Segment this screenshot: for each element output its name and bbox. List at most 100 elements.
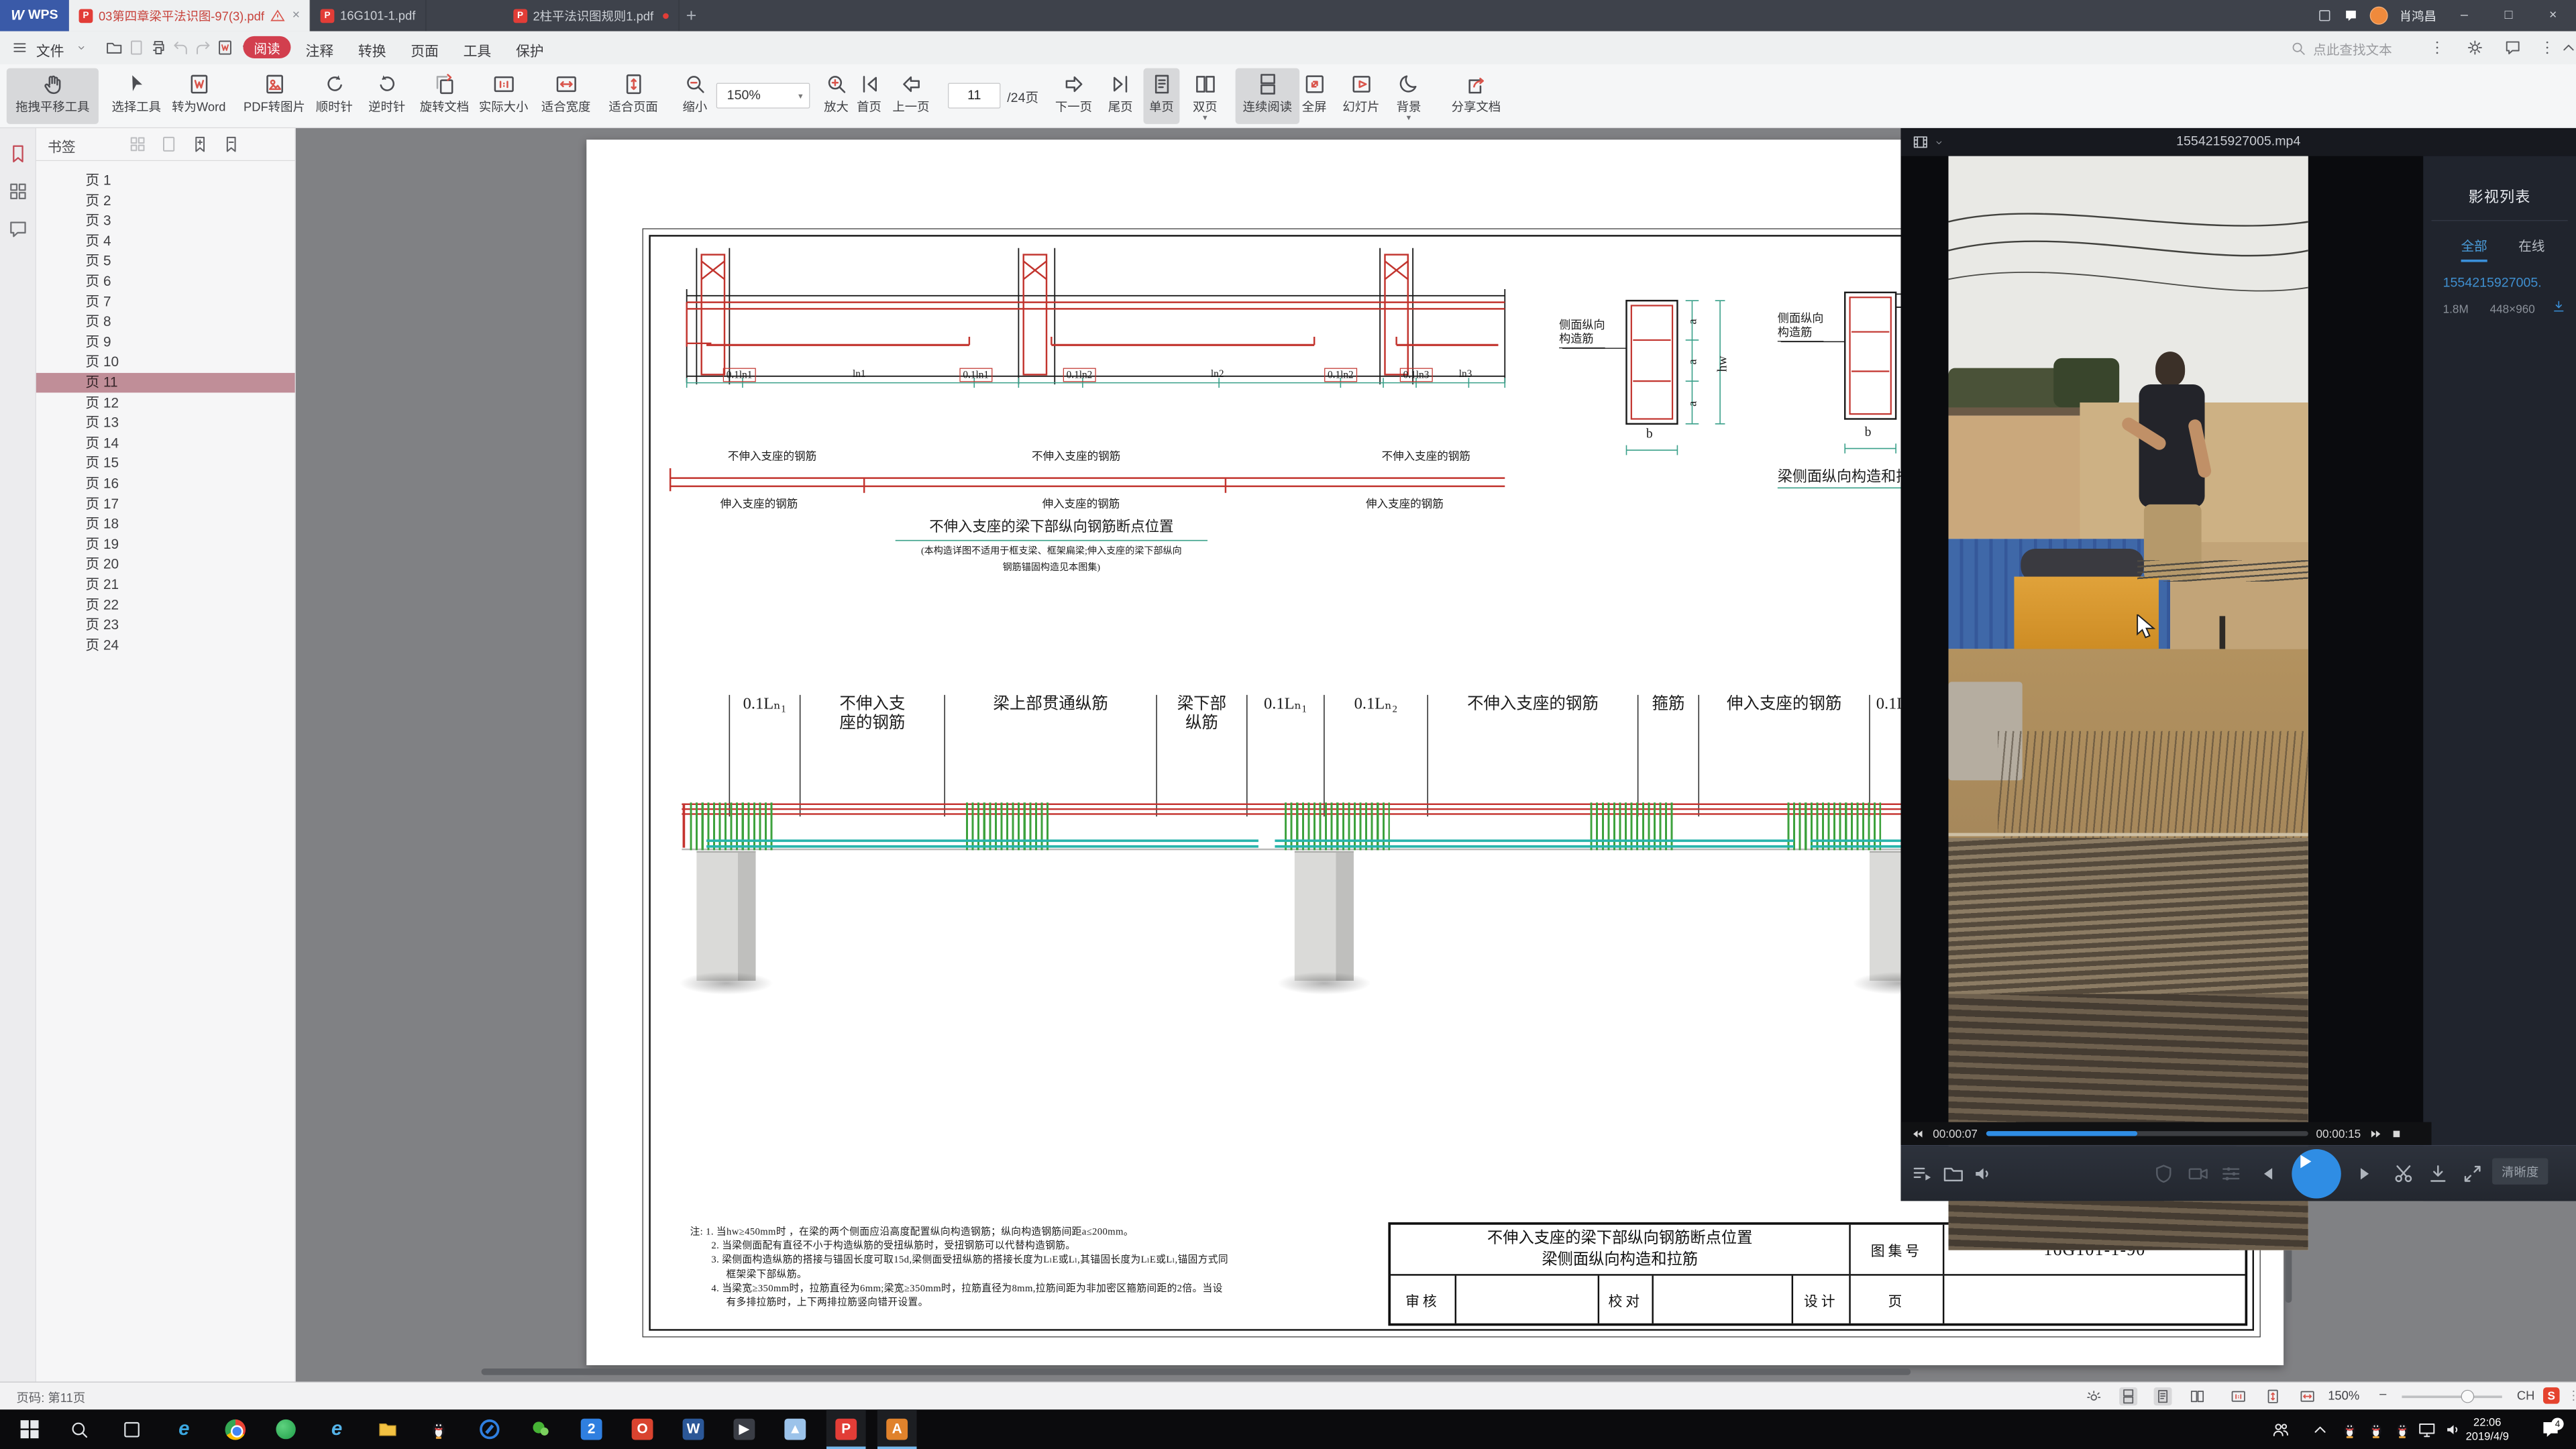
bookmark-page-6[interactable]: 页 6 [36,272,295,291]
word-icon[interactable]: W [674,1409,713,1449]
minimize-button[interactable]: – [2448,0,2481,32]
progress-bar[interactable] [1986,1131,2308,1136]
panel-comments-button[interactable] [7,219,29,240]
last-page-button[interactable]: 尾页 [1104,68,1137,124]
bookmark-page-2[interactable]: 页 2 [36,191,295,211]
open-media-button[interactable] [1942,1163,1965,1185]
bookmark-page-1[interactable]: 页 1 [36,171,295,191]
prev-page-button[interactable]: 上一页 [889,68,933,124]
tab-doc-3[interactable]: P2柱平法识图规则1.pdf [503,0,679,32]
video-frame[interactable] [1948,156,2308,1250]
background-button[interactable]: 背景▼ [1390,68,1428,124]
zoom-in-button[interactable]: 放大 [821,68,851,124]
zoom-slider-thumb[interactable] [2461,1390,2475,1403]
select-tool-button[interactable]: 选择工具 [109,68,164,124]
double-page-button[interactable]: 双页▼ [1185,68,1226,124]
bookmark-page-12[interactable]: 页 12 [36,393,295,413]
pdf-to-image-button[interactable]: PDF转图片 [237,68,313,124]
bookmark-page-5[interactable]: 页 5 [36,252,295,271]
mode-continuous-button[interactable] [2119,1387,2137,1405]
bookmark-page-10[interactable]: 页 10 [36,353,295,372]
to-word-button[interactable]: 转为Word [164,68,233,124]
volume-button[interactable] [1972,1163,1994,1185]
rotate-ccw-button[interactable]: 逆时针 [366,68,407,124]
ime-indicator[interactable]: CH [2517,1389,2535,1403]
single-page-button[interactable]: 单页 [1143,68,1179,124]
rewind-icon[interactable] [1911,1126,1925,1140]
bookmark-page-17[interactable]: 页 17 [36,494,295,514]
browser-2345-icon[interactable]: 2 [572,1409,611,1449]
wechat-icon[interactable] [521,1409,560,1449]
menu-page[interactable]: 页面 [402,40,447,60]
zoom-slider[interactable] [2402,1395,2502,1398]
rotate-doc-button[interactable]: 旋转文档 [417,68,472,124]
tab-doc-1[interactable]: P03第四章梁平法识图-97(3).pdf× [69,0,311,32]
avatar[interactable] [2370,7,2388,25]
close-tab-icon[interactable]: × [292,8,300,23]
panel-bookmarks-button[interactable] [7,143,29,164]
tab-all[interactable]: 全部 [2461,235,2487,262]
chrome-icon[interactable] [215,1409,255,1449]
mode-double-button[interactable] [2188,1387,2206,1405]
bookmark-page-4[interactable]: 页 4 [36,231,295,251]
video-player-window[interactable]: 1554215927005.mp4 [1900,128,2576,1201]
fast-forward-icon[interactable] [2369,1126,2383,1140]
bookmark-page-24[interactable]: 页 24 [36,636,295,655]
bookmark-page-16[interactable]: 页 16 [36,474,295,494]
wps-logo[interactable]: W WPS [0,0,69,32]
video-menu-caret-icon[interactable] [1933,137,1944,148]
browser-icon[interactable] [470,1409,509,1449]
taskbar-search-button[interactable] [59,1409,99,1449]
export-word-button-icon[interactable] [216,39,234,57]
bookmark-page-7[interactable]: 页 7 [36,292,295,311]
horizontal-scrollbar[interactable] [301,1367,2295,1377]
play-button[interactable] [2292,1149,2341,1198]
continuous-read-button[interactable]: 连续阅读 [1236,68,1300,124]
bookmark-page-20[interactable]: 页 20 [36,555,295,574]
bookmark-page-14[interactable]: 页 14 [36,433,295,453]
start-button[interactable] [10,1409,50,1449]
taskbar-clock[interactable]: 22:06 2019/4/9 [2448,1415,2527,1444]
pan-tool-button[interactable]: 拖拽平移工具 [7,68,99,124]
full-screen-button[interactable]: 全屏 [1298,68,1331,124]
expand-button[interactable] [2461,1163,2484,1185]
share-doc-button[interactable]: 分享文档 [1444,68,1509,124]
page-input[interactable] [948,83,1000,109]
file-menu[interactable]: 文件 [36,40,64,60]
bookmark-page-23[interactable]: 页 23 [36,615,295,635]
combo-caret-icon[interactable]: ▼ [797,92,804,100]
status-fit-width-button[interactable] [2298,1387,2316,1405]
tab-online[interactable]: 在线 [2518,235,2544,254]
bookmark-page-13[interactable]: 页 13 [36,413,295,433]
bookmark-page-19[interactable]: 页 19 [36,535,295,554]
slideshow-button[interactable]: 幻灯片 [1339,68,1383,124]
prev-track-button[interactable] [2254,1163,2277,1185]
fit-page-button[interactable]: 适合页面 [606,68,661,124]
collapse-ribbon-icon[interactable] [2560,39,2576,57]
office-icon[interactable]: O [623,1409,662,1449]
message-icon[interactable] [2343,8,2358,23]
file-explorer-icon[interactable] [368,1409,408,1449]
mode-single-button[interactable] [2154,1387,2172,1405]
menu-annotate[interactable]: 注释 [297,40,341,60]
qq-icon[interactable] [419,1409,458,1449]
browser-360-icon[interactable] [266,1409,306,1449]
panel-thumbnails-button[interactable] [7,180,29,202]
fit-width-button[interactable]: 适合宽度 [539,68,593,124]
wps-pdf-icon[interactable]: P [826,1409,866,1449]
add-bookmark-button[interactable] [191,135,209,154]
eye-protect-button[interactable] [2085,1387,2103,1405]
file-menu-caret-icon[interactable] [76,42,87,53]
next-page-button[interactable]: 下一页 [1051,68,1095,124]
first-page-button[interactable]: 首页 [853,68,885,124]
video-titlebar[interactable]: 1554215927005.mp4 [1900,128,2576,156]
open-file-button-icon[interactable] [105,39,123,57]
close-button[interactable]: × [2536,0,2569,32]
bookmark-page-8[interactable]: 页 8 [36,313,295,332]
cad-icon[interactable]: A [877,1409,917,1449]
tab-doc-2[interactable]: P16G101-1.pdf [311,0,426,32]
stop-icon[interactable] [2390,1126,2404,1140]
edge-icon[interactable]: e [164,1409,204,1449]
remove-bookmark-button[interactable] [222,135,241,154]
rotate-cw-button[interactable]: 顺时针 [314,68,355,124]
